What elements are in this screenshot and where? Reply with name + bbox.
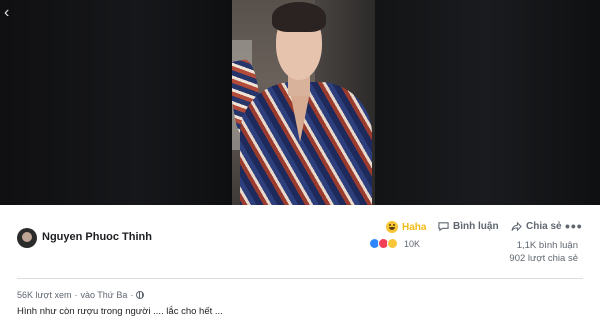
- comment-count-link[interactable]: 1,1K bình luận: [509, 239, 578, 252]
- share-icon: [511, 221, 522, 232]
- share-label: Chia sẻ: [526, 221, 562, 232]
- view-count: 56K lượt xem: [17, 290, 72, 300]
- chevron-left-icon[interactable]: ‹: [4, 4, 18, 22]
- post-meta: 56K lượt xem · vào Thứ Ba ·: [17, 290, 145, 300]
- comment-icon: [438, 222, 449, 232]
- post-time-link[interactable]: vào Thứ Ba: [80, 290, 127, 300]
- comment-button[interactable]: Bình luận: [438, 221, 499, 232]
- divider: [17, 278, 583, 279]
- share-count-link[interactable]: 902 lượt chia sẻ: [509, 252, 578, 265]
- engagement-stats: 1,1K bình luận 902 lượt chia sẻ: [509, 239, 578, 265]
- meta-separator: ·: [74, 290, 78, 300]
- haha-reaction-icon: [387, 238, 398, 249]
- page-name-link[interactable]: Nguyen Phuoc Thinh: [42, 231, 152, 243]
- post-caption: Hình như còn rượu trong người .... lắc c…: [17, 306, 223, 317]
- avatar[interactable]: [17, 228, 37, 248]
- share-button[interactable]: Chia sẻ: [511, 221, 562, 232]
- more-options-icon[interactable]: •••: [565, 218, 583, 234]
- globe-icon: [136, 291, 145, 299]
- video-letterbox-right: [375, 0, 600, 205]
- haha-reaction-button[interactable]: Haha: [386, 221, 426, 233]
- meta-separator: ·: [130, 290, 134, 300]
- video-letterbox-left: [0, 0, 232, 205]
- video-frame: [232, 0, 375, 205]
- person-hair: [272, 2, 326, 32]
- haha-emoji-icon: [386, 221, 398, 233]
- video-player[interactable]: ‹: [0, 0, 600, 205]
- reaction-count: 10K: [404, 238, 421, 249]
- comment-label: Bình luận: [453, 221, 499, 232]
- reaction-summary[interactable]: 10K: [369, 238, 420, 249]
- haha-label: Haha: [402, 221, 427, 233]
